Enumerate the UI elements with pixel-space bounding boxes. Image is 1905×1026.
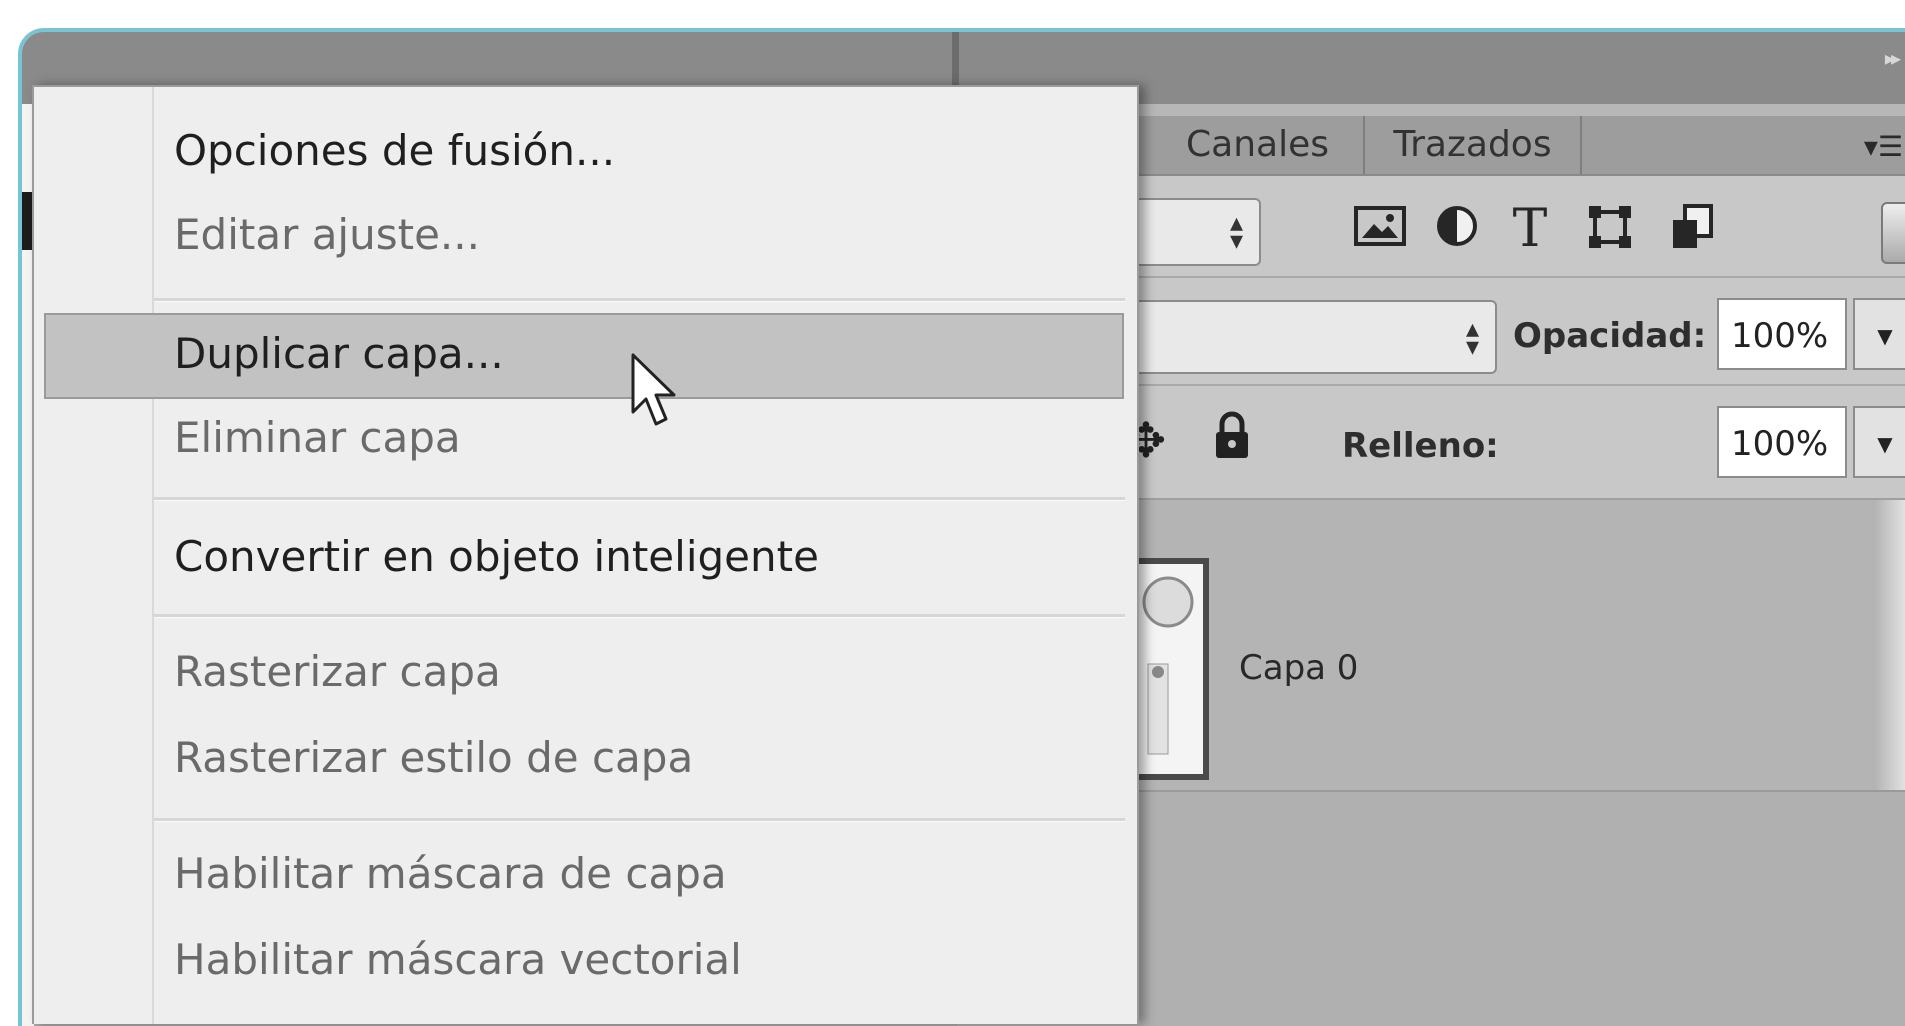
layer-name[interactable]: Capa 0 — [1239, 648, 1358, 688]
updown-arrows-icon: ▴ ▾ — [1229, 208, 1243, 256]
menu-separator — [154, 298, 1125, 302]
tab-channels[interactable]: Canales — [1152, 116, 1365, 174]
filter-toggle-switch[interactable] — [1881, 202, 1905, 264]
context-menu: Opciones de fusión... Editar ajuste... D… — [32, 85, 1139, 1024]
tab-paths[interactable]: Trazados — [1365, 116, 1582, 174]
shape-icon[interactable] — [1580, 204, 1640, 254]
fill-label: Relleno: — [1342, 426, 1499, 466]
menu-item-rasterize-layer[interactable]: Rasterizar capa — [174, 642, 501, 702]
menu-separator — [154, 497, 1125, 501]
image-icon[interactable] — [1350, 204, 1410, 254]
menu-item-rasterize-layer-style[interactable]: Rasterizar estilo de capa — [174, 728, 693, 788]
opacity-input[interactable]: 100% — [1717, 298, 1847, 370]
fill-input[interactable]: 100% — [1717, 406, 1847, 478]
smart-object-icon[interactable] — [1662, 204, 1722, 254]
opacity-dropdown-button[interactable]: ▼ — [1853, 298, 1905, 370]
type-icon[interactable]: T — [1500, 203, 1560, 255]
menu-item-duplicate-layer[interactable]: Duplicar capa... — [174, 324, 504, 384]
panel-right-shade — [1875, 500, 1905, 790]
lock-icon[interactable] — [1201, 410, 1263, 472]
menu-separator — [154, 614, 1125, 618]
menu-item-edit-adjustment[interactable]: Editar ajuste... — [174, 205, 480, 265]
menu-item-enable-vector-mask[interactable]: Habilitar máscara vectorial — [174, 930, 742, 990]
opacity-label: Opacidad: — [1513, 316, 1707, 356]
chevron-down-icon: ▼ — [1877, 432, 1893, 456]
menu-gutter-line — [152, 87, 154, 1024]
left-edge-marker — [22, 192, 32, 250]
mouse-pointer-icon — [631, 353, 676, 426]
fill-dropdown-button[interactable]: ▼ — [1853, 406, 1905, 478]
collapse-panel-icon[interactable]: ▸▸ — [1885, 46, 1901, 70]
menu-separator — [154, 818, 1125, 822]
menu-item-convert-smart-object[interactable]: Convertir en objeto inteligente — [174, 527, 819, 587]
updown-arrows-icon: ▴ ▾ — [1465, 314, 1479, 362]
adjustment-icon[interactable] — [1427, 204, 1487, 254]
chevron-down-icon: ▼ — [1877, 324, 1893, 348]
menu-item-enable-layer-mask[interactable]: Habilitar máscara de capa — [174, 844, 727, 904]
menu-item-blending-options[interactable]: Opciones de fusión... — [174, 121, 615, 181]
panel-menu-icon[interactable]: ▾☰ — [1864, 130, 1903, 163]
menu-item-delete-layer[interactable]: Eliminar capa — [174, 408, 461, 468]
